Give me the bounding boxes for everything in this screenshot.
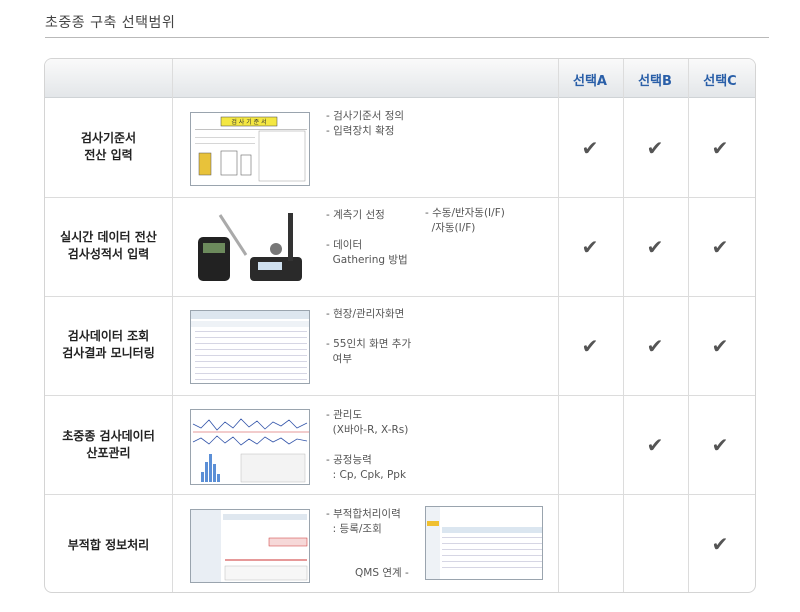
row-category: 실시간 데이터 전산 검사성적서 입력 xyxy=(60,230,157,261)
check-icon: ✔ xyxy=(646,433,664,457)
nonconformance-screen-thumbnail xyxy=(190,509,310,583)
check-icon: ✔ xyxy=(646,235,664,259)
form-diagram-icon: 검 사 기 준 서 xyxy=(195,116,307,182)
control-chart-thumbnail xyxy=(190,409,310,485)
check-icon: ✔ xyxy=(711,532,729,556)
row-divider xyxy=(45,296,755,297)
row-category: 부적합 정보처리 xyxy=(67,538,150,552)
check-icon: ✔ xyxy=(711,433,729,457)
svg-text:검 사 기 준 서: 검 사 기 준 서 xyxy=(231,118,266,126)
column-header-a: 선택A xyxy=(573,74,607,89)
column-divider xyxy=(172,59,173,592)
check-icon: ✔ xyxy=(581,334,599,358)
row-divider xyxy=(45,197,755,198)
qms-link-label: QMS 연계 - xyxy=(355,567,409,579)
row-description: - 검사기준서 정의 - 입력장치 확정 xyxy=(326,110,405,137)
page-title: 초중종 구축 선택범위 xyxy=(45,15,176,31)
check-icon: ✔ xyxy=(581,136,599,160)
check-icon: ✔ xyxy=(646,334,664,358)
row-category: 검사데이터 조회 검사결과 모니터링 xyxy=(62,329,155,360)
column-header-c: 선택C xyxy=(703,74,737,89)
row-category: 검사기준서 전산 입력 xyxy=(80,131,137,162)
qms-screen-thumbnail xyxy=(425,506,543,580)
scope-table: 선택A 선택B 선택C 검사기준서 전산 입력 검 사 기 준 서 - 검사기준서… xyxy=(44,58,756,593)
title-divider xyxy=(45,37,769,38)
row-category: 초중종 검사데이터 산포관리 xyxy=(62,429,155,460)
row-description: - 관리도 (X바아-R, X-Rs) - 공정능력 : Cp, Cpk, Pp… xyxy=(326,409,409,481)
row-divider xyxy=(45,395,755,396)
row-description-secondary: - 수동/반자동(I/F) /자동(I/F) xyxy=(425,207,505,234)
check-icon: ✔ xyxy=(581,235,599,259)
row-description: - 현장/관리자화면 - 55인치 화면 추가 여부 xyxy=(326,308,412,365)
check-icon: ✔ xyxy=(711,334,729,358)
check-icon: ✔ xyxy=(711,136,729,160)
row-divider xyxy=(45,494,755,495)
measuring-device-image xyxy=(190,207,310,287)
inspection-standard-thumbnail: 검 사 기 준 서 xyxy=(190,112,310,186)
check-icon: ✔ xyxy=(646,136,664,160)
row-description: - 계측기 선정 - 데이터 Gathering 방법 xyxy=(326,209,408,266)
column-header-b: 선택B xyxy=(638,74,672,89)
data-table-thumbnail xyxy=(190,310,310,384)
check-icon: ✔ xyxy=(711,235,729,259)
row-description: - 부적합처리이력 : 등록/조회 xyxy=(326,508,401,535)
